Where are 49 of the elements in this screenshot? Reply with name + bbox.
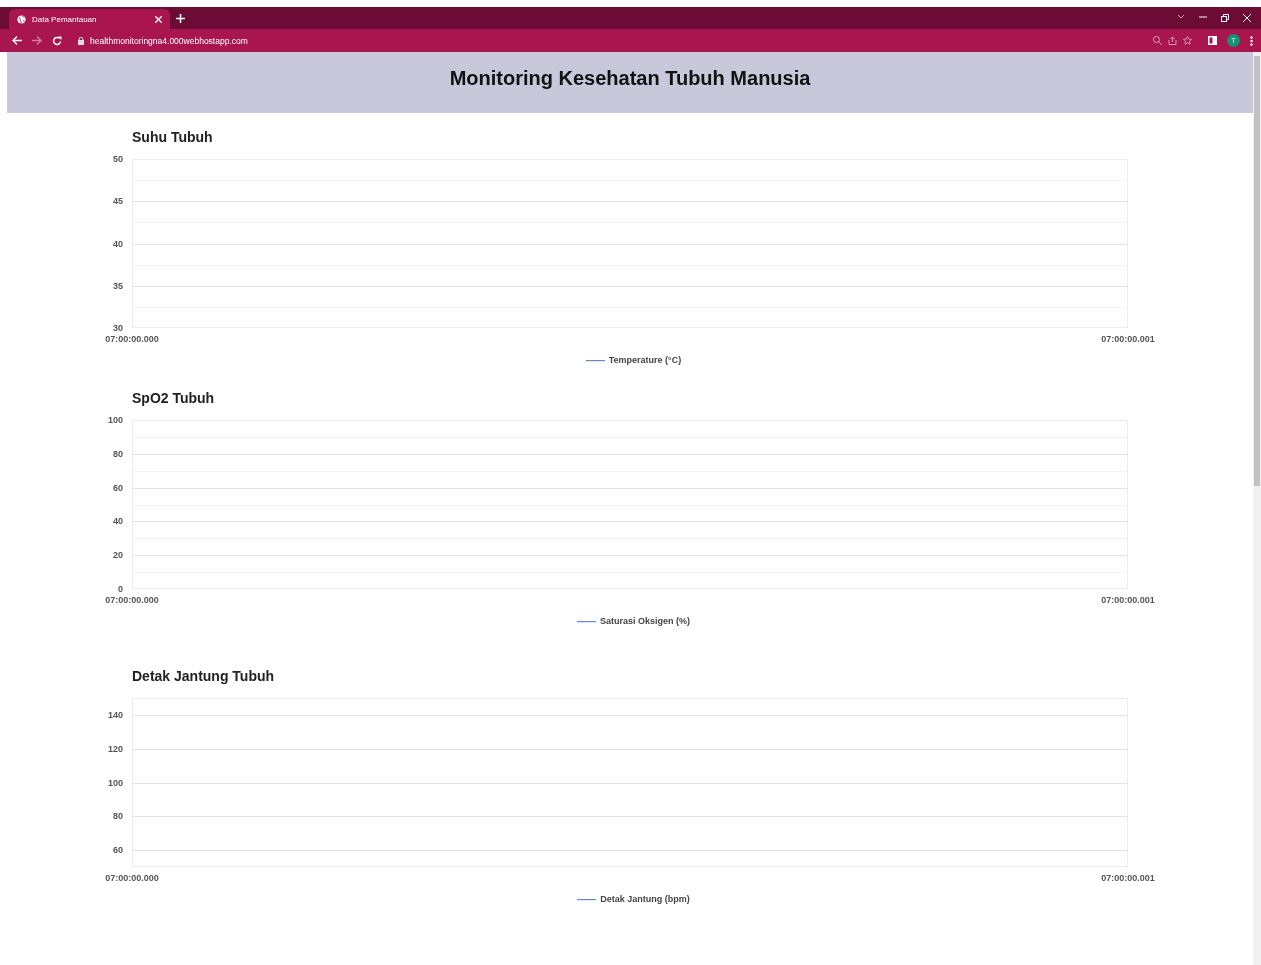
- close-icon[interactable]: [1243, 14, 1251, 22]
- minimize-icon[interactable]: [1199, 14, 1207, 20]
- y-axis-label: 80: [113, 811, 123, 822]
- x-axis-label: 07:00:00.000: [105, 595, 159, 605]
- address-bar[interactable]: healthmonitoringna4.000webhostapp.com: [72, 31, 1198, 50]
- y-axis-label: 35: [113, 280, 123, 291]
- x-axis-label: 07:00:00.000: [105, 334, 159, 344]
- x-axis-label: 07:00:00.000: [105, 873, 159, 883]
- restore-icon[interactable]: [1221, 14, 1229, 22]
- chevron-icon[interactable]: [1177, 14, 1185, 20]
- chart-title: Suhu Tubuh: [132, 129, 213, 145]
- y-axis-label: 40: [113, 238, 123, 249]
- y-axis-label: 30: [113, 323, 123, 333]
- x-axis-label: 07:00:00.001: [1101, 334, 1155, 344]
- x-axis-label: 07:00:00.001: [1101, 595, 1155, 605]
- y-axis-label: 50: [113, 154, 123, 164]
- new-tab-icon[interactable]: [176, 13, 185, 23]
- url-text: healthmonitoringna4.000webhostapp.com: [90, 35, 249, 46]
- y-axis-label: 120: [107, 743, 123, 754]
- y-axis-label: 40: [113, 516, 123, 527]
- forward-arrow-icon[interactable]: [32, 36, 42, 45]
- y-axis-label: 0: [118, 584, 123, 594]
- zoom-icon[interactable]: [1153, 36, 1162, 45]
- lock-icon[interactable]: [78, 36, 84, 45]
- browser-tab[interactable]: Data Pemantauan: [9, 9, 170, 29]
- y-axis-label: 20: [113, 550, 123, 561]
- legend-label: Detak Jantung (bpm): [600, 894, 690, 904]
- back-arrow-icon[interactable]: [12, 36, 22, 45]
- page-title: Monitoring Kesehatan Tubuh Manusia: [449, 67, 811, 90]
- y-axis-label: 60: [113, 845, 123, 856]
- y-axis-label: 100: [107, 415, 123, 425]
- x-axis-label: 07:00:00.001: [1101, 873, 1155, 883]
- side-panel-icon[interactable]: [1208, 36, 1217, 45]
- y-axis-label: 45: [113, 196, 123, 207]
- chart-title: Detak Jantung Tubuh: [132, 668, 275, 684]
- y-axis-label: 60: [113, 482, 123, 493]
- chart-title: SpO2 Tubuh: [132, 390, 215, 406]
- legend-label: Temperature (°C): [608, 355, 682, 365]
- legend-label: Saturasi Oksigen (%): [600, 616, 690, 626]
- scrollbar[interactable]: [1253, 52, 1261, 965]
- y-axis-label: 100: [107, 777, 123, 788]
- y-axis-label: 140: [107, 709, 123, 720]
- star-icon[interactable]: [1183, 36, 1192, 45]
- menu-icon[interactable]: [1250, 35, 1253, 46]
- y-axis-label: 80: [113, 448, 123, 459]
- globe-icon: [17, 14, 26, 24]
- reload-icon[interactable]: [52, 35, 62, 46]
- share-icon[interactable]: [1168, 36, 1177, 45]
- close-tab-icon[interactable]: [155, 15, 162, 23]
